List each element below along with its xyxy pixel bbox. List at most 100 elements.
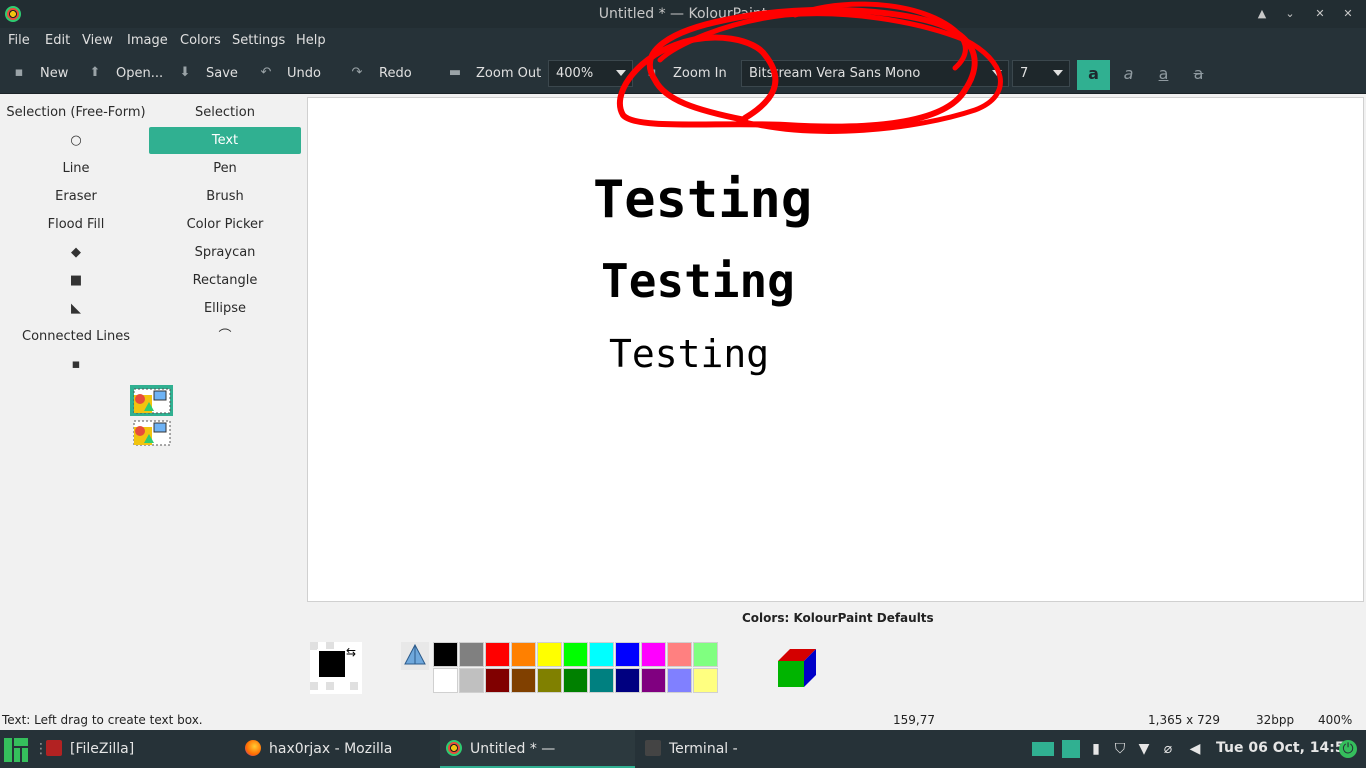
palette-swatch[interactable] xyxy=(667,642,692,667)
foreground-background-swatch[interactable]: ⇆ xyxy=(310,642,364,694)
palette-swatch[interactable] xyxy=(589,668,614,693)
menu-edit[interactable]: Edit xyxy=(45,33,70,48)
palette-swatch[interactable] xyxy=(693,668,718,693)
palette-swatch[interactable] xyxy=(433,642,458,667)
task-firefox[interactable]: hax0rjax - Mozilla Firefox xyxy=(245,730,435,768)
tool-flood-fill[interactable]: Flood Fill xyxy=(0,211,152,238)
tool-rectangle[interactable]: Rectangle xyxy=(149,267,301,294)
tool-polygon[interactable]: ◣ xyxy=(0,295,152,322)
redo-button[interactable]: Redo xyxy=(379,66,412,81)
new-file-icon[interactable]: ▪ xyxy=(12,66,26,80)
tool-pen[interactable]: Pen xyxy=(149,155,301,182)
undo-icon[interactable]: ↶ xyxy=(259,66,273,80)
font-size-select[interactable]: 7 xyxy=(1012,60,1070,87)
drawing-canvas[interactable]: Testing Testing Testing xyxy=(307,97,1364,602)
palette-swatch[interactable] xyxy=(589,642,614,667)
screen-icon[interactable] xyxy=(1032,742,1054,756)
tool-eraser[interactable]: Eraser xyxy=(0,183,152,210)
task-kolourpaint[interactable]: Untitled * — KolourPaint xyxy=(440,730,635,768)
bold-button[interactable]: a xyxy=(1077,60,1110,90)
palette-swatch[interactable] xyxy=(511,642,536,667)
zoom-in-button[interactable]: Zoom In xyxy=(673,66,727,81)
canvas-text: Testing xyxy=(601,254,795,308)
tool-color-picker[interactable]: Color Picker xyxy=(149,211,301,238)
save-button[interactable]: Save xyxy=(206,66,238,81)
minimize-icon[interactable]: ⌄ xyxy=(1282,6,1298,22)
tool-rectangle-filled[interactable]: ■ xyxy=(0,267,152,294)
palette-swatch[interactable] xyxy=(693,642,718,667)
palette-swatch[interactable] xyxy=(641,642,666,667)
palette-swatch[interactable] xyxy=(563,642,588,667)
menu-help[interactable]: Help xyxy=(296,33,326,48)
palette-swatch[interactable] xyxy=(459,668,484,693)
tool-line[interactable]: Line xyxy=(0,155,152,182)
menu-view[interactable]: View xyxy=(82,33,113,48)
palette-swatch[interactable] xyxy=(485,642,510,667)
palette-swatch[interactable] xyxy=(641,668,666,693)
menu-image[interactable]: Image xyxy=(127,33,168,48)
tool-connected-lines[interactable]: Connected Lines xyxy=(0,323,152,350)
selection-mode-opaque-icon[interactable] xyxy=(130,385,174,449)
keep-above-icon[interactable]: ▲ xyxy=(1254,6,1270,22)
tool-ellipse[interactable]: Ellipse xyxy=(149,295,301,322)
palette-swatch[interactable] xyxy=(615,668,640,693)
shield-icon[interactable]: ⛉ xyxy=(1111,740,1129,758)
new-button[interactable]: New xyxy=(40,66,68,81)
color-depth: 32bpp xyxy=(1256,713,1295,727)
tool-selection-free-form[interactable]: Selection (Free-Form) xyxy=(0,99,152,126)
palette-swatch[interactable] xyxy=(537,668,562,693)
palette-swatch[interactable] xyxy=(615,642,640,667)
zoom-level-select[interactable]: 400% xyxy=(548,60,633,87)
menu-colors[interactable]: Colors xyxy=(180,33,221,48)
underline-button[interactable]: a xyxy=(1147,60,1180,90)
tool-circle[interactable]: ○ xyxy=(0,127,152,154)
tool-curve[interactable]: ⌒ xyxy=(149,323,301,350)
attachment-icon[interactable]: ⌀ xyxy=(1159,740,1177,758)
canvas-scroll-area[interactable]: Testing Testing Testing xyxy=(305,95,1366,603)
save-icon[interactable]: ⬇ xyxy=(178,66,192,80)
tool-text[interactable]: Text xyxy=(149,127,301,154)
strikethrough-button[interactable]: a xyxy=(1182,60,1215,90)
zoom-out-button[interactable]: Zoom Out xyxy=(476,66,541,81)
tool-brush[interactable]: Brush xyxy=(149,183,301,210)
clipboard-icon[interactable]: ▮ xyxy=(1087,740,1105,758)
palette-swatch[interactable] xyxy=(485,668,510,693)
network-icon[interactable]: ▼ xyxy=(1135,740,1153,758)
close-icon[interactable]: ✕ xyxy=(1340,6,1356,22)
clock[interactable]: Tue 06 Oct, 14:52 xyxy=(1216,740,1354,756)
palette-swatch[interactable] xyxy=(433,668,458,693)
manjaro-menu-icon[interactable] xyxy=(4,738,28,762)
palette-swatch[interactable] xyxy=(563,668,588,693)
italic-button[interactable]: a xyxy=(1112,60,1145,90)
zoom-in-icon[interactable]: ▪ xyxy=(645,66,659,80)
open-button[interactable]: Open... xyxy=(116,66,163,81)
menu-settings[interactable]: Settings xyxy=(232,33,285,48)
redo-icon[interactable]: ↷ xyxy=(350,66,364,80)
color-similarity-icon[interactable] xyxy=(401,642,429,670)
palette-swatch[interactable] xyxy=(511,668,536,693)
maximize-icon[interactable]: ✕ xyxy=(1312,6,1328,22)
color-cube-icon[interactable] xyxy=(776,647,820,689)
tool-rounded-rectangle[interactable]: ▪ xyxy=(0,351,152,378)
terminal-icon xyxy=(645,740,661,756)
menu-file[interactable]: File xyxy=(8,33,30,48)
tool-spraycan[interactable]: Spraycan xyxy=(149,239,301,266)
task-label: hax0rjax - Mozilla Firefox xyxy=(269,741,393,757)
task-filezilla[interactable]: [FileZilla] xyxy=(46,730,226,768)
palette-swatch[interactable] xyxy=(537,642,562,667)
app-tray-icon[interactable] xyxy=(1062,740,1080,758)
font-family-select[interactable]: Bitstream Vera Sans Mono xyxy=(741,60,1009,87)
image-size: 1,365 x 729 xyxy=(1148,713,1220,727)
tool-color-eraser[interactable]: ◆ xyxy=(0,239,152,266)
zoom-level-value: 400% xyxy=(556,66,594,81)
zoom-out-icon[interactable]: ▬ xyxy=(448,66,462,80)
palette-swatch[interactable] xyxy=(667,668,692,693)
power-icon[interactable]: ⏻ xyxy=(1339,740,1357,758)
tool-selection-rectangular[interactable]: Selection (Rectangular) xyxy=(149,99,301,147)
task-terminal[interactable]: Terminal - kitty@KabuLinu... xyxy=(645,730,855,768)
volume-icon[interactable]: ◀ xyxy=(1186,740,1204,758)
undo-button[interactable]: Undo xyxy=(287,66,321,81)
palette-swatch[interactable] xyxy=(459,642,484,667)
taskbar: ⋮ [FileZilla] hax0rjax - Mozilla Firefox… xyxy=(0,730,1366,768)
open-icon[interactable]: ⬆ xyxy=(88,66,102,80)
